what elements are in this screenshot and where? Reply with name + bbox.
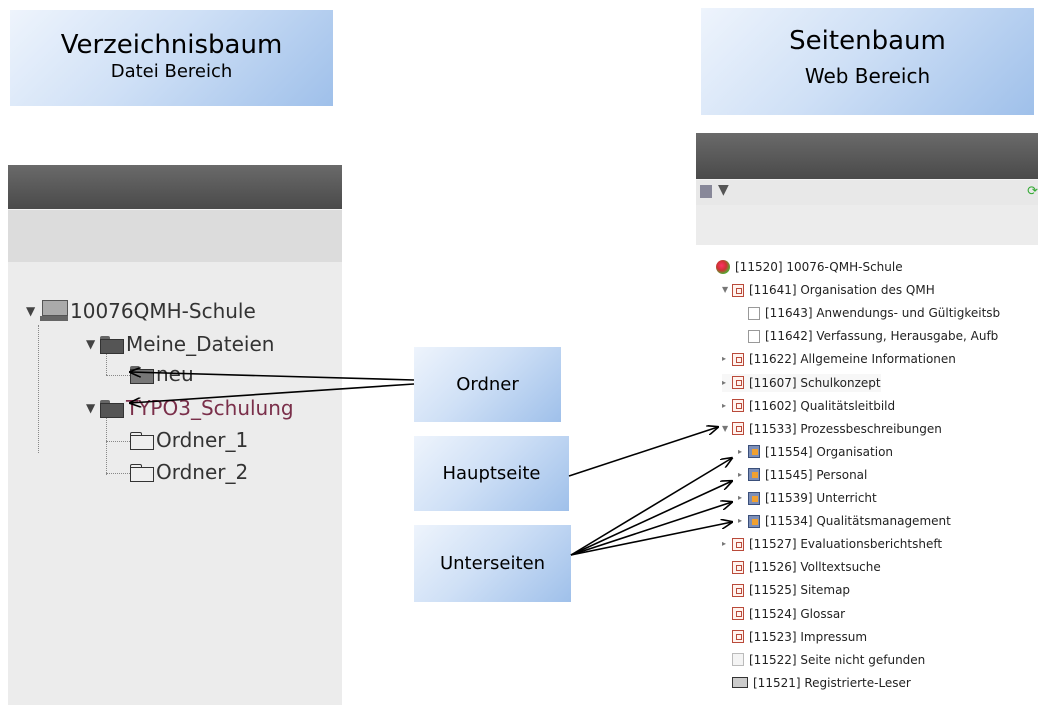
arrow-unterseite-4 xyxy=(570,522,732,556)
arrow-hauptseite xyxy=(568,427,718,477)
arrow-unterseite-1 xyxy=(570,458,732,556)
arrow-ordner-neu xyxy=(130,372,415,381)
arrow-unterseite-3 xyxy=(570,502,732,556)
arrow-unterseite-2 xyxy=(570,481,732,556)
arrows-layer xyxy=(0,0,1038,556)
arrow-ordner-typo3 xyxy=(130,383,415,403)
